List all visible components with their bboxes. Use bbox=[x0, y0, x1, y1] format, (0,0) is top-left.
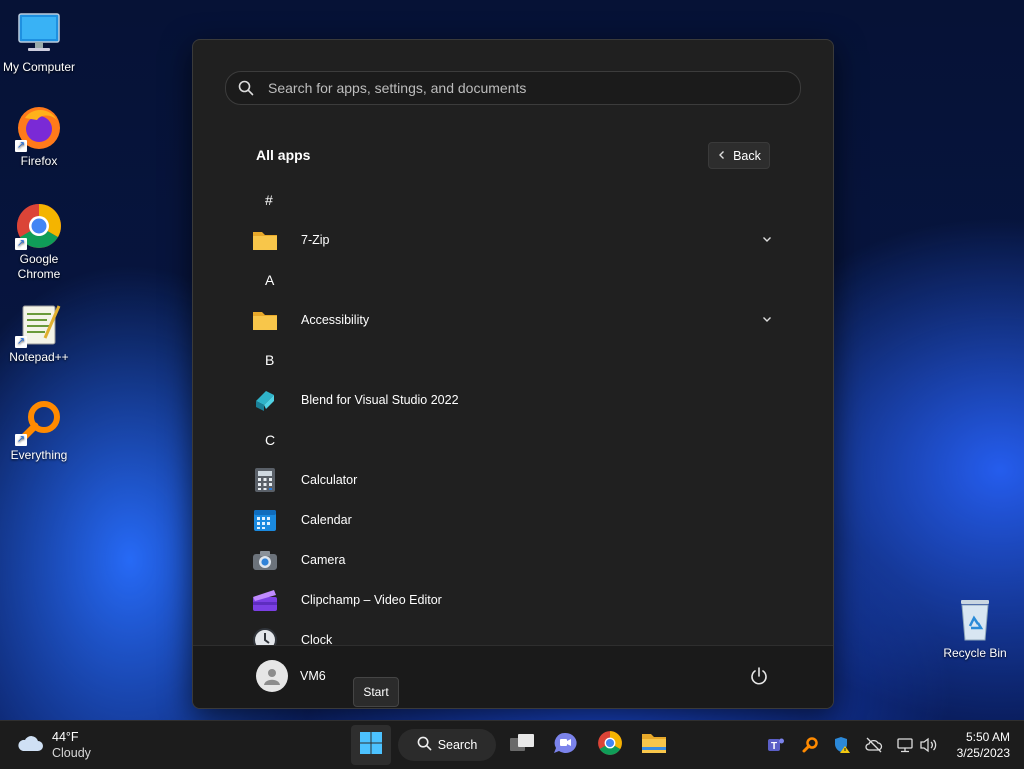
system-clock[interactable]: 5:50 AM 3/25/2023 bbox=[957, 729, 1010, 761]
section-letter[interactable]: B bbox=[265, 352, 285, 368]
notepad-plus-plus-icon: ↗ bbox=[15, 300, 63, 348]
app-name: Camera bbox=[301, 553, 346, 567]
chevron-down-icon[interactable] bbox=[761, 312, 773, 330]
app-name: Clock bbox=[301, 633, 333, 645]
shortcut-arrow-icon: ↗ bbox=[15, 434, 27, 446]
power-icon bbox=[749, 667, 769, 690]
app-item-clock[interactable]: Clock bbox=[245, 621, 785, 645]
calendar-icon bbox=[245, 505, 285, 535]
user-name: VM6 bbox=[300, 669, 326, 683]
desktop-icon-my-computer[interactable]: My Computer bbox=[1, 10, 77, 75]
file-explorer-button[interactable] bbox=[634, 725, 674, 765]
app-item-clipchamp[interactable]: Clipchamp – Video Editor bbox=[245, 581, 785, 619]
start-menu-footer: VM6 bbox=[193, 645, 833, 708]
clock-time: 5:50 AM bbox=[965, 730, 1010, 744]
app-item-accessibility[interactable]: Accessibility bbox=[245, 301, 785, 339]
app-item-blend[interactable]: Blend for Visual Studio 2022 bbox=[245, 381, 785, 419]
power-button[interactable] bbox=[749, 666, 769, 691]
chevron-left-icon bbox=[717, 149, 727, 163]
shortcut-arrow-icon: ↗ bbox=[15, 336, 27, 348]
weather-condition: Cloudy bbox=[52, 746, 91, 760]
clock-date: 3/25/2023 bbox=[956, 746, 1010, 760]
cloud-offline-icon[interactable] bbox=[862, 733, 886, 757]
blend-icon bbox=[245, 385, 285, 415]
cloud-icon bbox=[16, 732, 44, 758]
volume-icon[interactable] bbox=[917, 733, 941, 757]
all-apps-list[interactable]: # 7-Zip A Accessibility B Blend for Visu… bbox=[193, 180, 833, 645]
app-item-calculator[interactable]: Calculator bbox=[245, 461, 785, 499]
chevron-down-icon[interactable] bbox=[761, 232, 773, 250]
desktop-icon-label: My Computer bbox=[2, 60, 76, 74]
calculator-icon bbox=[245, 465, 285, 495]
app-item-camera[interactable]: Camera bbox=[245, 541, 785, 579]
desktop-icon-label: Notepad++ bbox=[9, 350, 69, 364]
teams-tray-icon[interactable]: T bbox=[764, 733, 788, 757]
network-icon[interactable] bbox=[893, 733, 917, 757]
clipchamp-icon bbox=[245, 585, 285, 615]
app-item-calendar[interactable]: Calendar bbox=[245, 501, 785, 539]
section-letter[interactable]: # bbox=[265, 192, 285, 208]
taskbar-search-button[interactable]: Search bbox=[398, 729, 496, 761]
app-name: Calculator bbox=[301, 473, 358, 487]
desktop-icon-everything[interactable]: ↗ Everything bbox=[1, 398, 77, 463]
folder-icon bbox=[245, 305, 285, 335]
taskbar-chrome-button[interactable] bbox=[590, 725, 630, 765]
start-button[interactable] bbox=[351, 725, 391, 765]
folder-icon bbox=[245, 225, 285, 255]
task-view-icon bbox=[509, 732, 535, 759]
svg-text:T: T bbox=[771, 741, 777, 752]
file-explorer-icon bbox=[641, 732, 667, 759]
desktop-icon-label: Google Chrome bbox=[17, 252, 61, 281]
windows-logo-icon bbox=[359, 731, 383, 760]
app-name: Clipchamp – Video Editor bbox=[301, 593, 442, 607]
desktop-icon-firefox[interactable]: ↗ Firefox bbox=[1, 104, 77, 169]
desktop-icon-label: Everything bbox=[10, 448, 68, 462]
firefox-icon: ↗ bbox=[15, 104, 63, 152]
desktop-icon-notepad-plus-plus[interactable]: ↗ Notepad++ bbox=[1, 300, 77, 365]
taskbar: 44°F Cloudy Search T 5:50 AM 3/25/2023 bbox=[0, 720, 1024, 769]
task-view-button[interactable] bbox=[502, 725, 542, 765]
start-menu: All apps Back # 7-Zip A Accessibility bbox=[192, 39, 834, 709]
everything-tray-icon[interactable] bbox=[798, 733, 822, 757]
back-button[interactable]: Back bbox=[708, 142, 770, 169]
section-letter[interactable]: C bbox=[265, 432, 285, 448]
app-name: Accessibility bbox=[301, 313, 370, 327]
app-item-7-zip[interactable]: 7-Zip bbox=[245, 221, 785, 259]
teams-chat-button[interactable] bbox=[545, 725, 585, 765]
everything-search-icon: ↗ bbox=[15, 398, 63, 446]
back-button-label: Back bbox=[733, 148, 761, 163]
user-account-button[interactable]: VM6 bbox=[256, 660, 326, 692]
weather-widget[interactable]: 44°F Cloudy bbox=[16, 729, 91, 761]
chrome-icon bbox=[597, 730, 623, 761]
search-icon bbox=[417, 736, 432, 754]
chat-icon bbox=[552, 731, 578, 760]
chrome-icon: ↗ bbox=[15, 202, 63, 250]
search-icon bbox=[226, 80, 266, 96]
security-shield-warning-icon[interactable] bbox=[830, 733, 854, 757]
clock-icon bbox=[245, 625, 285, 645]
desktop-icon-label: Firefox bbox=[20, 154, 58, 168]
desktop-icon-recycle-bin[interactable]: Recycle Bin bbox=[937, 596, 1013, 661]
recycle-bin-icon bbox=[951, 596, 999, 644]
start-search-input[interactable] bbox=[266, 79, 770, 97]
app-name: Calendar bbox=[301, 513, 352, 527]
section-letter[interactable]: A bbox=[265, 272, 285, 288]
monitor-icon bbox=[15, 10, 63, 58]
all-apps-heading: All apps bbox=[256, 147, 311, 163]
app-name: 7-Zip bbox=[301, 233, 330, 247]
avatar bbox=[256, 660, 288, 692]
start-tooltip: Start bbox=[353, 677, 399, 707]
app-name: Blend for Visual Studio 2022 bbox=[301, 393, 459, 407]
taskbar-search-label: Search bbox=[437, 738, 478, 752]
shortcut-arrow-icon: ↗ bbox=[15, 238, 27, 250]
desktop-icon-google-chrome[interactable]: ↗ Google Chrome bbox=[1, 202, 77, 282]
camera-icon bbox=[245, 545, 285, 575]
start-search-box[interactable] bbox=[225, 71, 801, 105]
desktop-icon-label: Recycle Bin bbox=[943, 646, 1007, 660]
weather-temperature: 44°F bbox=[52, 730, 79, 744]
shortcut-arrow-icon: ↗ bbox=[15, 140, 27, 152]
